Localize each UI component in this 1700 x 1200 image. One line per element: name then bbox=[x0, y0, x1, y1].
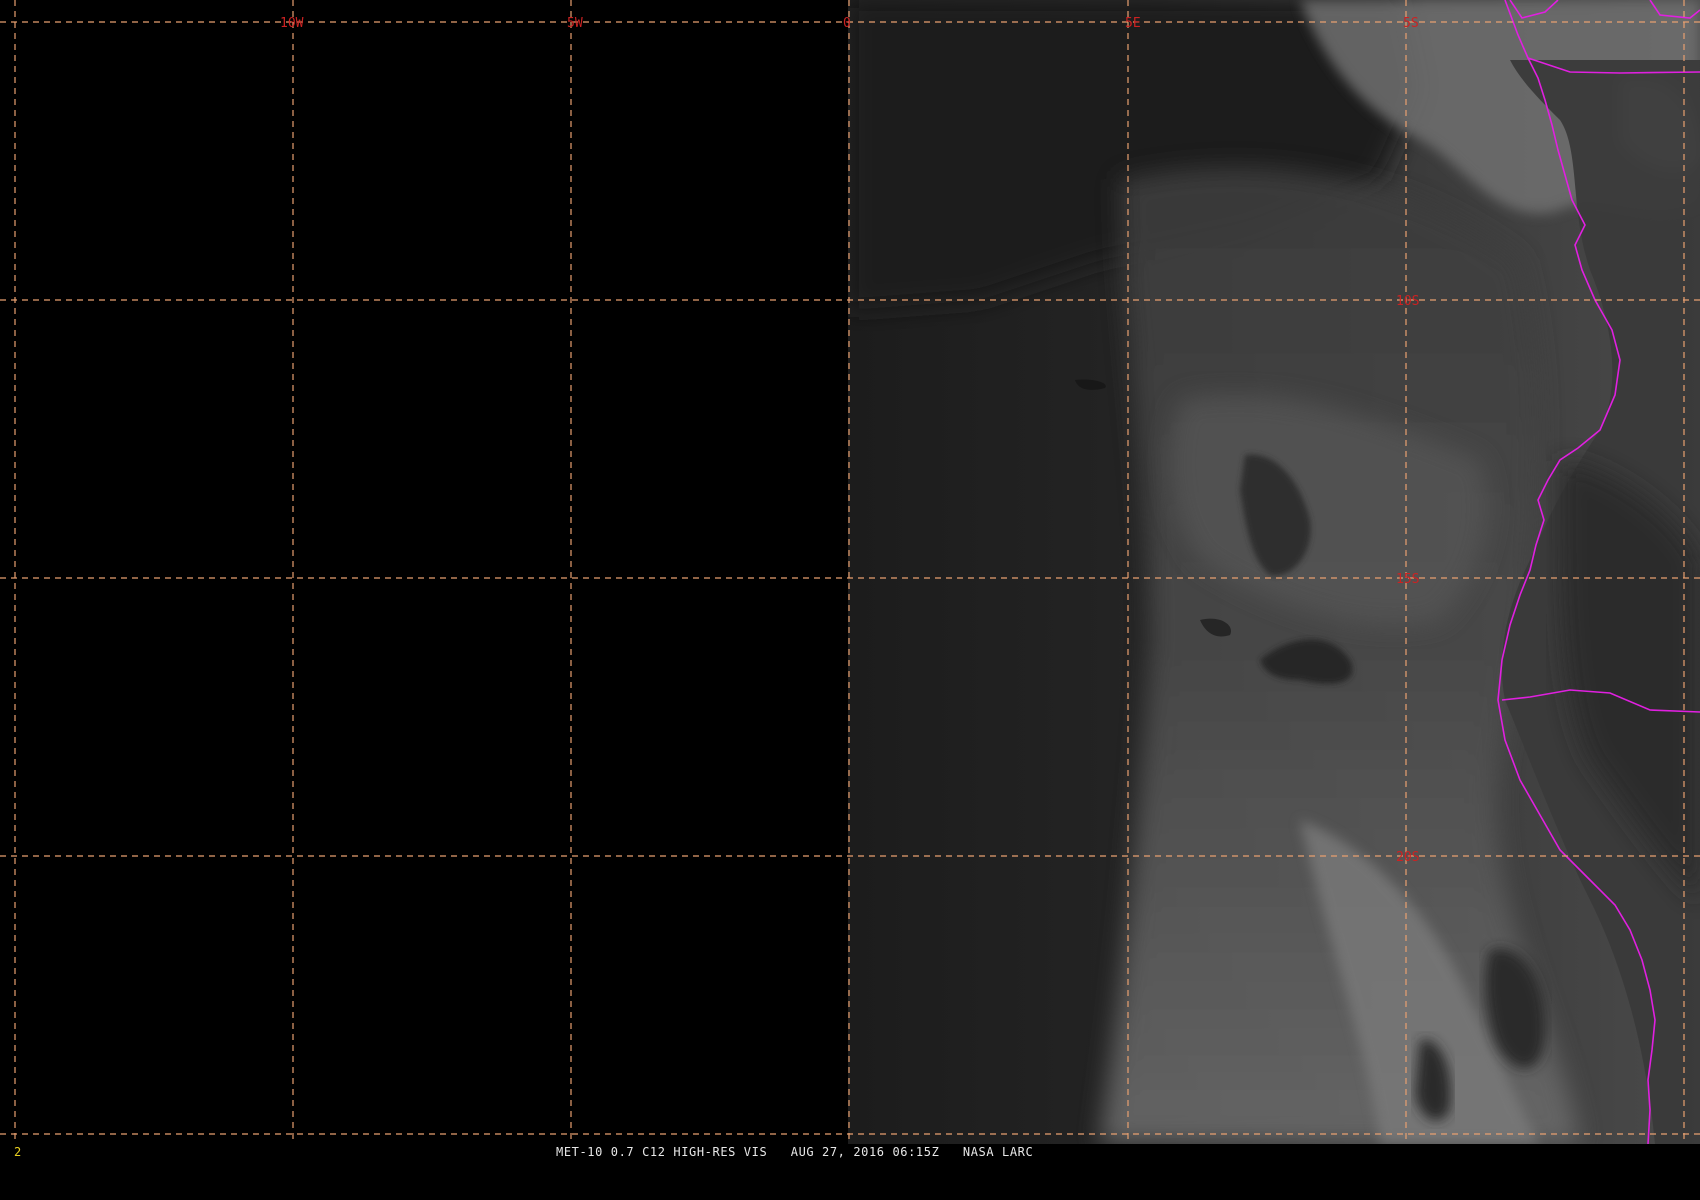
map-canvas: 10W 5W 0 5E 5S 10S 15S 20S bbox=[0, 0, 1700, 1144]
lat-label-15s: 15S bbox=[1396, 572, 1419, 587]
lat-label-10s: 10S bbox=[1396, 294, 1419, 309]
sunlit-imagery bbox=[848, 0, 1700, 1144]
satellite-map: 10W 5W 0 5E 5S 10S 15S 20S 2 MET-10 0.7 … bbox=[0, 0, 1700, 1160]
lat-label-20s: 20S bbox=[1396, 850, 1419, 865]
frame-number: 2 bbox=[14, 1145, 22, 1159]
lon-label-5w: 5W bbox=[567, 16, 583, 31]
lat-label-5s: 5S bbox=[1403, 16, 1419, 31]
lon-label-0: 0 bbox=[843, 16, 851, 31]
lon-label-5e: 5E bbox=[1125, 16, 1141, 31]
status-bar: 2 MET-10 0.7 C12 HIGH-RES VIS AUG 27, 20… bbox=[0, 1144, 1700, 1160]
image-caption: MET-10 0.7 C12 HIGH-RES VIS AUG 27, 2016… bbox=[556, 1145, 1034, 1159]
lon-label-10w: 10W bbox=[280, 16, 304, 31]
